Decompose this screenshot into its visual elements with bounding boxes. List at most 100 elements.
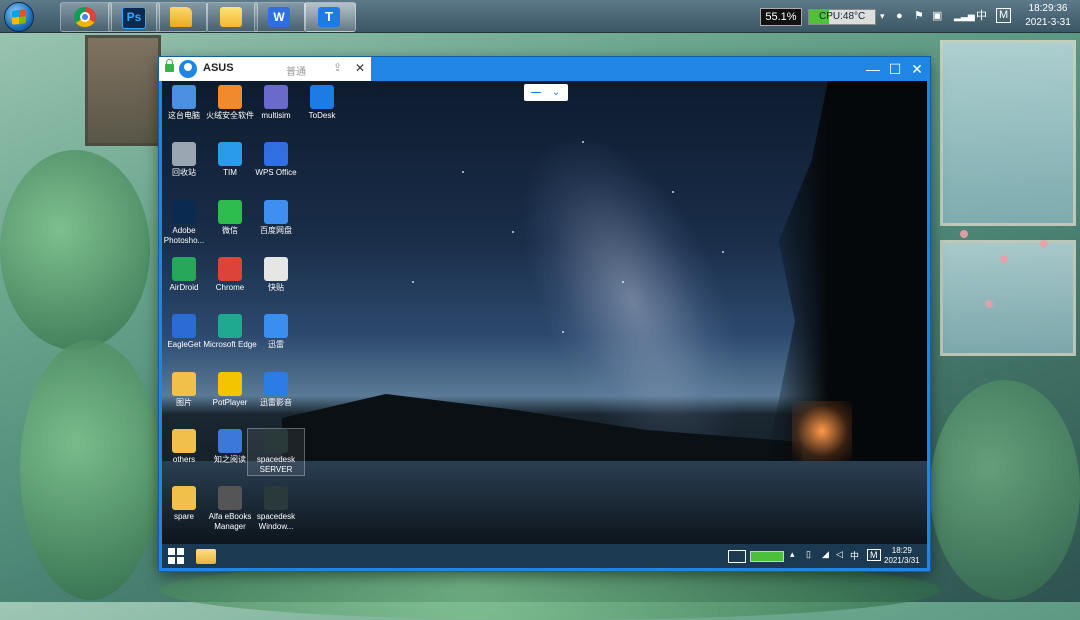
remote-clock[interactable]: 18:29 2021/3/31	[884, 546, 920, 566]
avatar	[179, 60, 197, 78]
tray-expand-icon[interactable]: ▴	[790, 549, 795, 560]
desktop-icon-label: 迅雷影音	[260, 397, 292, 407]
wps-icon: W	[268, 7, 290, 27]
lock-icon	[165, 59, 174, 72]
building-window	[940, 240, 1076, 356]
desktop-icon[interactable]: 迅雷	[248, 314, 304, 350]
wechat-icon	[218, 199, 242, 224]
photoshop-icon: Ps	[122, 7, 146, 29]
star	[622, 281, 624, 283]
desktop-icon-label: ToDesk	[308, 111, 336, 120]
desktop-icon-label: WPS Office	[255, 168, 297, 178]
maximize-button[interactable]: ☐	[886, 60, 904, 78]
folder-icon	[172, 371, 196, 396]
tray-expand-icon[interactable]: ▾	[880, 8, 885, 24]
desktop-icon[interactable]: spacedesk Window...	[248, 486, 304, 532]
flower	[960, 230, 968, 238]
start-button[interactable]	[4, 2, 34, 32]
spacedesk-icon	[264, 486, 288, 511]
computer-icon	[172, 85, 196, 109]
kuaitie-icon	[264, 256, 288, 281]
desktop-icon[interactable]: 迅雷影音	[248, 371, 304, 408]
desktop-icon-label: 迅雷	[268, 340, 284, 350]
close-button[interactable]: ✕	[908, 60, 926, 78]
signal-icon[interactable]: ▂▃▅	[954, 8, 975, 24]
session-tab[interactable]: ASUS 普通 ⇪ ✕	[159, 57, 371, 81]
desktop-icon-label: spacedesk SERVER	[256, 454, 296, 474]
taskbar: Ps W T 55.1% CPU:48°C ▾ ● ⚑ ▣ ▂▃▅ 中 M 18…	[0, 0, 1080, 33]
desktop-icon-label: spacedesk Window...	[256, 512, 296, 532]
taskbar-button-folder[interactable]	[156, 2, 208, 32]
xunlei-player-icon	[264, 371, 288, 396]
desktop-icon[interactable]: 百度网盘	[248, 199, 304, 236]
remote-screen[interactable]: — ⌄ 这台电脑 火绒安全软件 multisim ToDesk 回收站 TIM WPS Of…	[162, 81, 927, 544]
chrome-icon	[74, 7, 96, 27]
memory-usage: 55.1%	[760, 8, 802, 26]
volume-icon[interactable]: ◁	[836, 549, 843, 560]
desktop-icon[interactable]: ToDesk	[294, 85, 350, 121]
flag-icon[interactable]: ⚑	[914, 8, 924, 24]
file-explorer-icon[interactable]	[196, 549, 216, 564]
star	[582, 141, 584, 143]
flower	[1000, 255, 1008, 263]
battery-icon[interactable]	[750, 551, 784, 562]
taskbar-button-todesk[interactable]: T	[304, 2, 356, 32]
flower	[985, 300, 993, 308]
tim-icon	[218, 142, 242, 167]
view-dropdown[interactable]: — ⌄	[524, 84, 568, 101]
cpu-label: CPU:48°C	[819, 11, 866, 22]
remote-taskbar: ▴ ▯ ◢ ◁ 中 M 18:29 2021/3/31	[162, 544, 927, 568]
desktop-icon[interactable]: spacedesk SERVER	[247, 427, 305, 476]
session-mode: 普通	[286, 67, 306, 78]
taskbar-button-photoshop[interactable]: Ps	[108, 2, 160, 32]
foliage	[20, 340, 160, 600]
network-icon[interactable]: ▣	[932, 8, 942, 24]
zhizhi-reader-icon	[218, 428, 242, 453]
foliage	[930, 380, 1080, 600]
taskbar-button-chrome[interactable]	[60, 2, 112, 32]
airdroid-icon	[172, 256, 196, 281]
minimize-button[interactable]: —	[864, 60, 882, 78]
huorong-icon	[218, 85, 242, 109]
ime-indicator[interactable]: 中	[976, 8, 987, 24]
foliage	[0, 150, 150, 350]
network-icon[interactable]: ▯	[806, 549, 811, 560]
star	[412, 281, 414, 283]
ime-indicator[interactable]: 中	[850, 549, 859, 562]
clock-date: 2021/3/31	[884, 556, 920, 565]
xunlei-icon	[264, 314, 288, 339]
m-indicator[interactable]: M	[996, 8, 1012, 23]
star	[462, 171, 464, 173]
building-window	[940, 40, 1076, 226]
keyboard-icon[interactable]	[728, 550, 746, 563]
folder-icon	[172, 486, 196, 511]
clock-time: 18:29	[891, 546, 912, 555]
chrome-icon	[218, 256, 242, 281]
alfa-ebooks-icon	[218, 486, 242, 511]
campfire-glow	[792, 401, 852, 461]
windows-logo-icon	[12, 9, 26, 25]
document-icon	[220, 7, 242, 27]
desktop-icon-label: 快贴	[268, 282, 284, 292]
photoshop-icon	[172, 199, 196, 224]
desktop-icon[interactable]: WPS Office	[248, 142, 304, 178]
signal-icon[interactable]: ◢	[822, 549, 829, 560]
cpu-temperature: CPU:48°C	[808, 9, 876, 25]
m-indicator[interactable]: M	[867, 549, 881, 561]
clock-date: 2021-3-31	[1025, 17, 1071, 28]
taskbar-button-wps[interactable]: W	[254, 2, 306, 32]
wps-icon	[264, 142, 288, 167]
start-button[interactable]	[168, 548, 184, 564]
folder-icon	[170, 7, 192, 27]
dropdown-value: —	[531, 87, 541, 98]
chevron-down-icon: ⌄	[552, 87, 561, 98]
taskbar-button-notes[interactable]	[206, 2, 258, 32]
spacedesk-icon	[264, 428, 288, 453]
close-tab-button[interactable]: ✕	[355, 61, 365, 75]
qq-icon[interactable]: ●	[896, 8, 903, 24]
desktop-icon[interactable]: 快贴	[248, 256, 304, 293]
system-clock[interactable]: 18:29:36 2021-3-31	[1020, 2, 1076, 30]
clock-time: 18:29:36	[1028, 3, 1068, 14]
pin-icon[interactable]: ⇪	[333, 61, 342, 74]
star	[512, 231, 514, 233]
